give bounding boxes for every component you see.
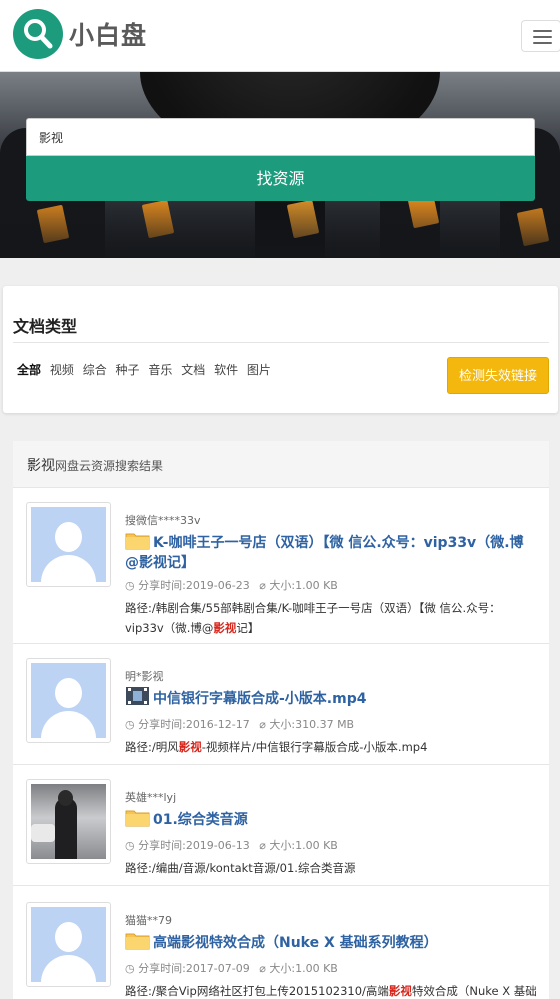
site-logo-text[interactable]: 小白盘 xyxy=(69,16,147,52)
result-item: 英雄***lyj 01.综合类音源 ◷ 分享时间:2019-06-13 ⌀ 大小… xyxy=(13,765,549,886)
result-title-link[interactable]: 中信银行字幕版合成-小版本.mp4 xyxy=(125,686,537,711)
avatar[interactable] xyxy=(26,902,111,987)
default-avatar-icon xyxy=(31,507,106,582)
result-path: 路径:/明风影视-视频样片/中信银行字幕版合成-小版本.mp4 xyxy=(125,740,428,754)
type-tab-music[interactable]: 音乐 xyxy=(148,363,172,377)
folder-icon xyxy=(125,530,150,555)
file-size: 大小:1.00 KB xyxy=(269,962,338,975)
result-info: ◷ 分享时间:2017-07-09 ⌀ 大小:1.00 KB xyxy=(125,960,537,976)
paperclip-icon: ⌀ xyxy=(259,839,266,852)
result-path: 路径:/编曲/音源/kontakt音源/01.综合类音源 xyxy=(125,861,356,875)
type-tabs: 全部 视频 综合 种子 音乐 文档 软件 图片 xyxy=(17,361,276,378)
result-info: ◷ 分享时间:2016-12-17 ⌀ 大小:310.37 MB xyxy=(125,716,537,732)
type-tab-mixed[interactable]: 综合 xyxy=(83,363,107,377)
file-size: 大小:1.00 KB xyxy=(269,579,338,592)
share-time: 分享时间:2016-12-17 xyxy=(138,718,250,731)
divider xyxy=(13,342,549,343)
paperclip-icon: ⌀ xyxy=(259,718,266,731)
paperclip-icon: ⌀ xyxy=(259,579,266,592)
sharer-name: 明*影视 xyxy=(125,670,164,683)
default-avatar-icon xyxy=(31,907,106,982)
user-photo xyxy=(31,784,106,859)
type-tab-torrent[interactable]: 种子 xyxy=(116,363,140,377)
search-input[interactable] xyxy=(26,118,535,156)
result-item: 明*影视 中信银行字幕版合成-小版本.mp4 ◷ 分享时间:2016-12-17… xyxy=(13,644,549,765)
result-item: 搜微信****33v K-咖啡王子一号店（双语）【微 信公.众号：vip33v（… xyxy=(13,489,549,644)
folder-icon xyxy=(125,807,150,832)
doc-type-filter-panel: 文档类型 全部 视频 综合 种子 音乐 文档 软件 图片 检测失效链接 xyxy=(3,286,558,413)
sharer-name: 英雄***lyj xyxy=(125,791,177,804)
share-time: 分享时间:2019-06-13 xyxy=(138,839,250,852)
sharer-name: 猫猫**79 xyxy=(125,914,172,927)
result-info: ◷ 分享时间:2019-06-13 ⌀ 大小:1.00 KB xyxy=(125,837,537,853)
result-item: 猫猫**79 高端影视特效合成（Nuke X 基础系列教程） ◷ 分享时间:20… xyxy=(13,886,549,999)
result-info: ◷ 分享时间:2019-06-23 ⌀ 大小:1.00 KB xyxy=(125,577,537,593)
type-tab-video[interactable]: 视频 xyxy=(50,363,74,377)
type-tab-image[interactable]: 图片 xyxy=(247,363,271,377)
find-resources-button[interactable]: 找资源 xyxy=(26,156,535,201)
results-header: 影视网盘云资源搜索结果 xyxy=(13,441,549,488)
hamburger-icon[interactable] xyxy=(521,20,560,52)
clock-icon: ◷ xyxy=(125,579,135,592)
share-time: 分享时间:2017-07-09 xyxy=(138,962,250,975)
keyword-highlight: 影视 xyxy=(178,740,202,754)
type-tab-software[interactable]: 软件 xyxy=(214,363,238,377)
type-tab-all[interactable]: 全部 xyxy=(17,363,41,377)
type-tab-document[interactable]: 文档 xyxy=(181,363,205,377)
result-path: 路径:/聚合Vip网络社区打包上传2015102310/高端影视特效合成（Nuk… xyxy=(125,984,537,998)
folder-icon xyxy=(125,930,150,955)
keyword-highlight: 影视 xyxy=(388,984,412,998)
clock-icon: ◷ xyxy=(125,839,135,852)
file-size: 大小:310.37 MB xyxy=(269,718,355,731)
check-invalid-links-button[interactable]: 检测失效链接 xyxy=(447,357,549,394)
clock-icon: ◷ xyxy=(125,718,135,731)
results-header-text: 网盘云资源搜索结果 xyxy=(55,459,164,473)
share-time: 分享时间:2019-06-23 xyxy=(138,579,250,592)
search-logo-icon[interactable] xyxy=(13,9,63,59)
filter-title: 文档类型 xyxy=(13,317,78,336)
result-title-link[interactable]: K-咖啡王子一号店（双语）【微 信公.众号：vip33v（微.博@影视记】 xyxy=(125,530,537,572)
clock-icon: ◷ xyxy=(125,962,135,975)
avatar[interactable] xyxy=(26,779,111,864)
default-avatar-icon xyxy=(31,663,106,738)
top-navbar: 小白盘 xyxy=(0,0,560,72)
video-file-icon xyxy=(125,686,150,711)
result-path: 路径:/韩剧合集/55部韩剧合集/K-咖啡王子一号店（双语）【微 信公.众号：v… xyxy=(125,601,501,635)
avatar[interactable] xyxy=(26,502,111,587)
result-title-link[interactable]: 高端影视特效合成（Nuke X 基础系列教程） xyxy=(125,930,537,955)
results-keyword: 影视 xyxy=(27,458,55,474)
sharer-name: 搜微信****33v xyxy=(125,514,201,527)
file-size: 大小:1.00 KB xyxy=(269,839,338,852)
results-panel: 影视网盘云资源搜索结果 搜微信****33v K-咖啡王子一号店（双语）【微 信… xyxy=(13,441,549,999)
keyword-highlight: 影视 xyxy=(213,621,237,635)
result-title-link[interactable]: 01.综合类音源 xyxy=(125,807,537,832)
paperclip-icon: ⌀ xyxy=(259,962,266,975)
avatar[interactable] xyxy=(26,658,111,743)
